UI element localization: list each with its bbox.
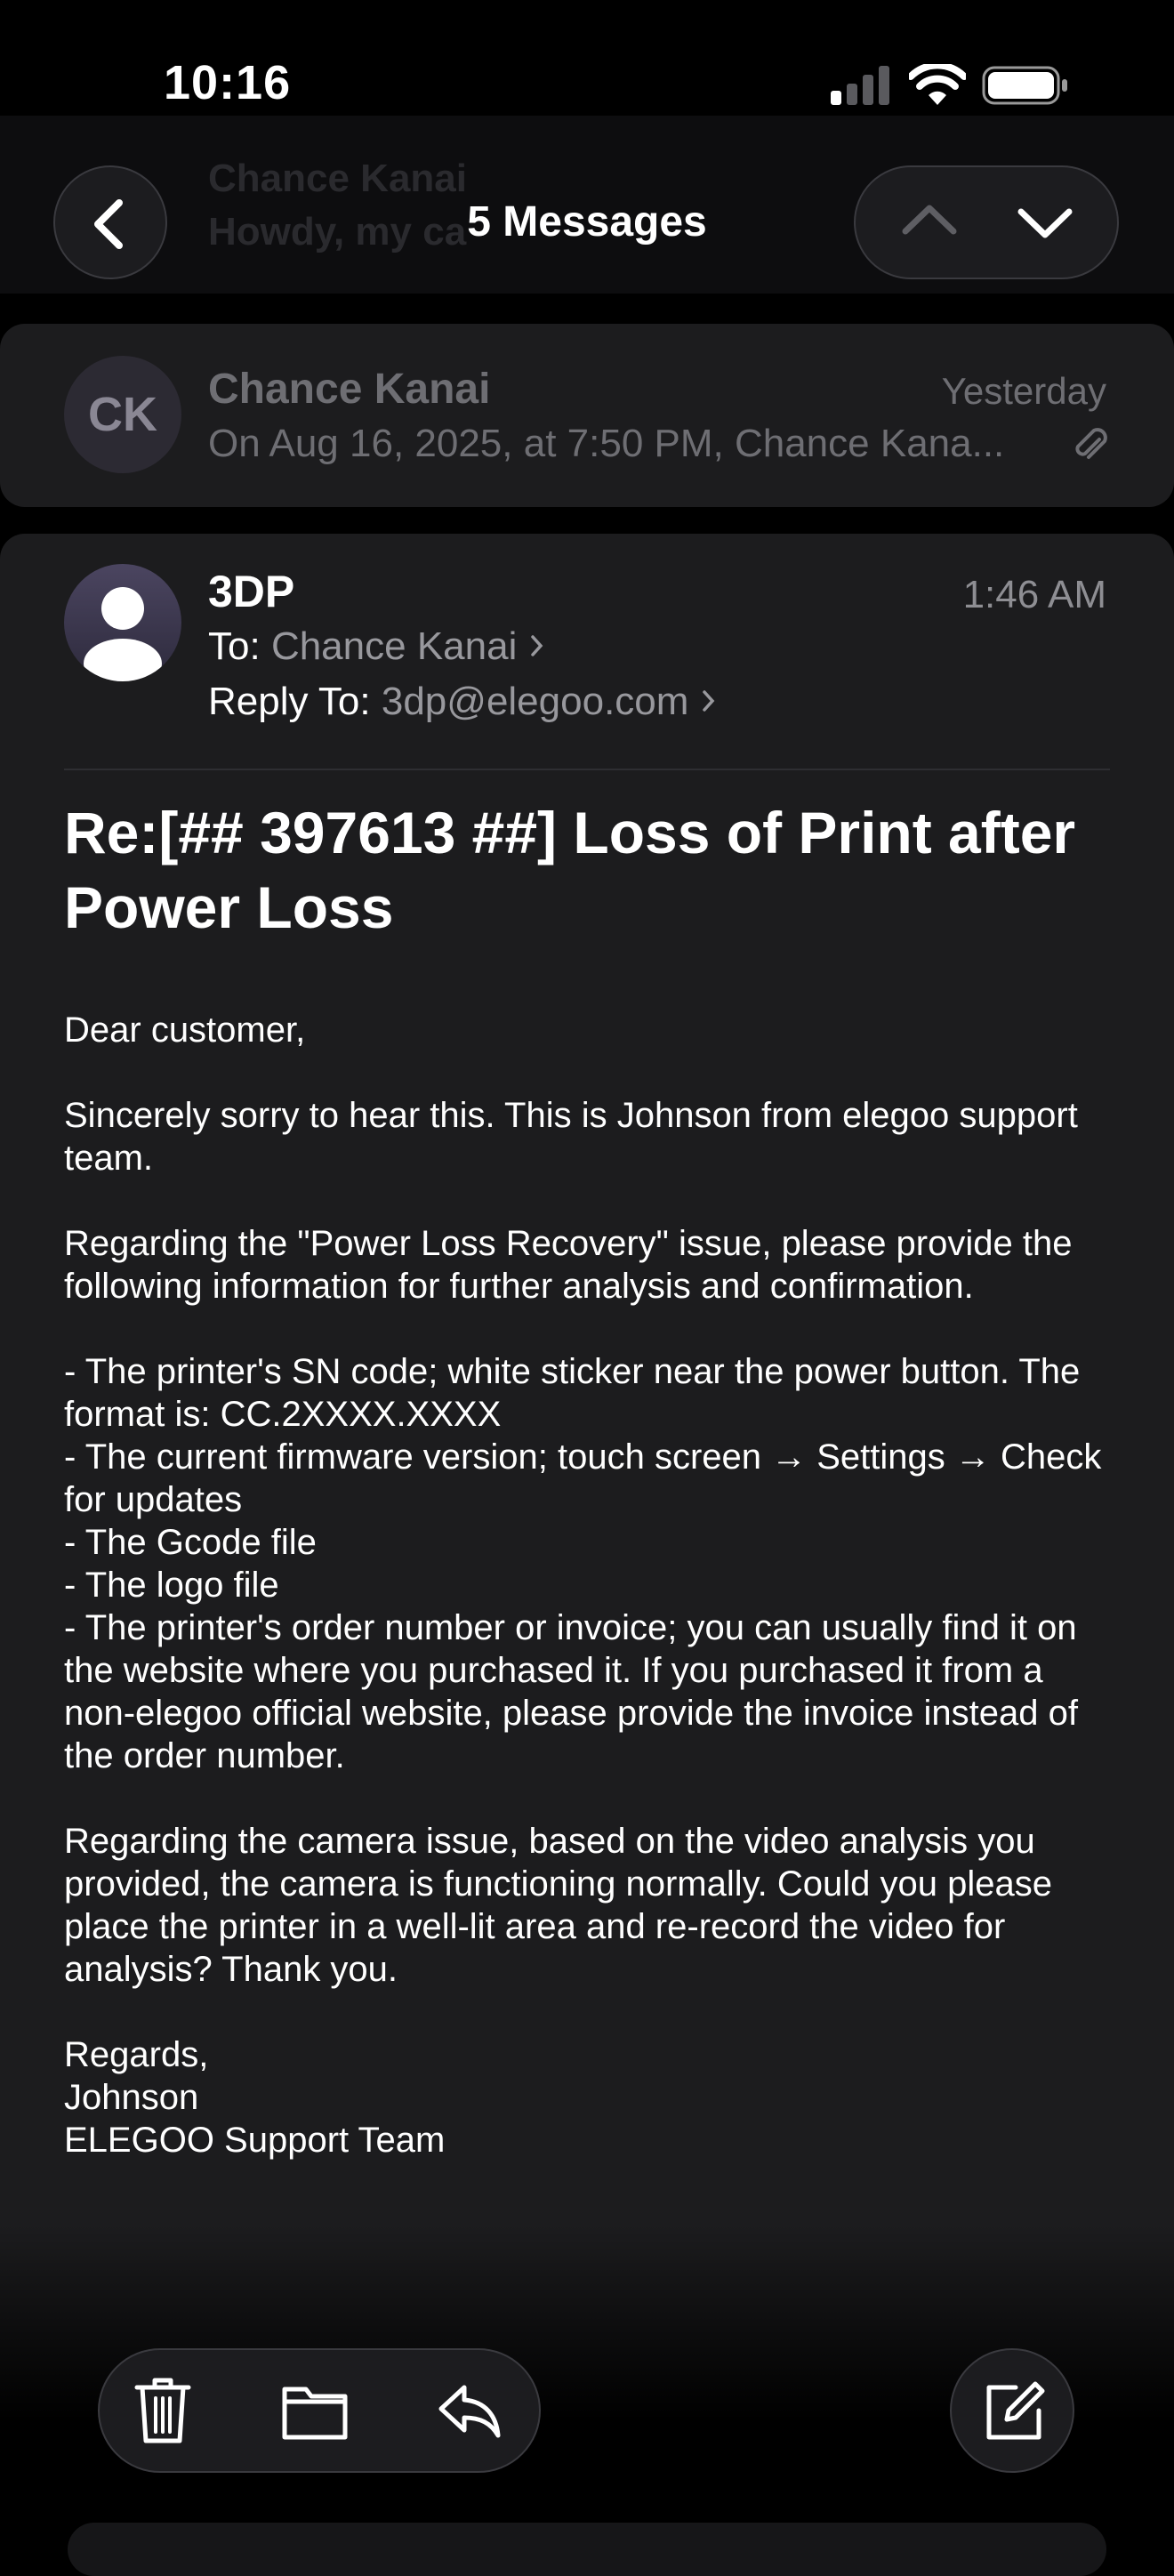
to-recipient[interactable]: Chance Kanai xyxy=(271,624,517,668)
reply-icon[interactable] xyxy=(436,2375,503,2446)
ghost-header-sender: Chance Kanai xyxy=(208,157,467,200)
trash-icon[interactable] xyxy=(133,2375,192,2446)
avatar: CK xyxy=(64,356,181,473)
to-label: To: xyxy=(208,624,261,668)
body-paragraph: - The printer's SN code; white sticker n… xyxy=(64,1352,1102,1775)
chevron-right-icon xyxy=(530,635,543,656)
header-divider xyxy=(64,769,1110,770)
message-subject: Re:[## 397613 ##] Loss of Print after Po… xyxy=(64,800,1076,940)
body-paragraph: Dear customer, xyxy=(64,1010,306,1050)
previous-message-snippet: On Aug 16, 2025, at 7:50 PM, Chance Kana… xyxy=(208,422,1005,465)
paperclip-icon xyxy=(1075,428,1107,459)
message-body: Dear customer, Sincerely sorry to hear t… xyxy=(64,1009,1122,2204)
folder-icon[interactable] xyxy=(281,2375,349,2446)
previous-message-date: Yesterday xyxy=(941,370,1106,412)
status-time: 10:16 xyxy=(164,56,292,109)
body-paragraph: Regarding the "Power Loss Recovery" issu… xyxy=(64,1224,1073,1306)
chevron-down-icon[interactable] xyxy=(996,167,1094,278)
message-time: 1:46 AM xyxy=(962,573,1106,616)
wifi-icon xyxy=(909,64,966,105)
body-paragraph: Regarding the camera issue, based on the… xyxy=(64,1822,1052,1989)
previous-sender-name: Chance Kanai xyxy=(208,366,491,413)
reply-to-label: Reply To: xyxy=(208,680,371,723)
next-card-edge xyxy=(68,2523,1106,2576)
reply-to-address[interactable]: 3dp@elegoo.com xyxy=(382,680,689,723)
message-navigation-pill xyxy=(854,165,1119,279)
sender-name: 3DP xyxy=(208,567,295,616)
body-paragraph: Regards, Johnson ELEGOO Support Team xyxy=(64,2035,446,2160)
person-icon xyxy=(84,587,162,681)
cellular-signal-icon xyxy=(831,66,889,105)
reply-to-line: Reply To: 3dp@elegoo.com xyxy=(208,680,718,724)
chevron-up-icon[interactable] xyxy=(880,167,978,278)
body-paragraph: Sincerely sorry to hear this. This is Jo… xyxy=(64,1096,1078,1178)
avatar xyxy=(64,564,181,681)
chevron-right-icon xyxy=(702,690,715,712)
battery-icon xyxy=(982,66,1067,105)
to-line: To: Chance Kanai xyxy=(208,624,546,669)
compose-button[interactable] xyxy=(950,2348,1074,2473)
compose-icon xyxy=(986,2381,1045,2440)
